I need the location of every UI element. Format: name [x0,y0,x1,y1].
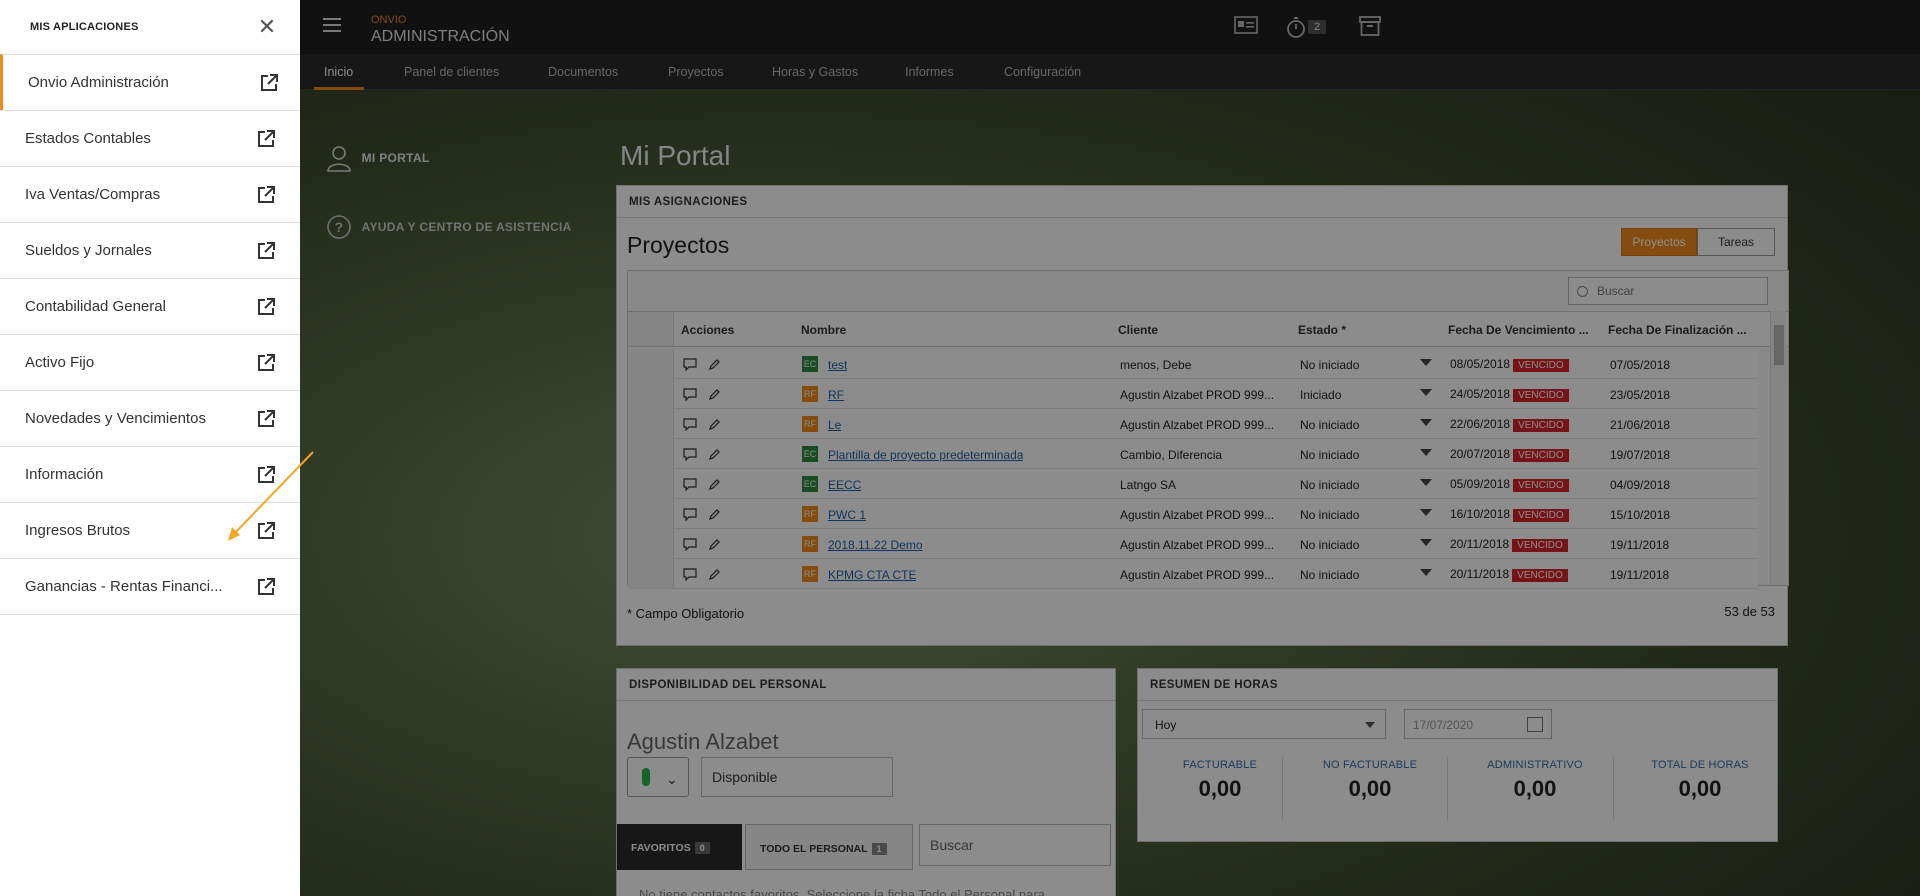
external-link-icon[interactable] [256,185,276,205]
close-icon[interactable]: ✕ [256,16,278,38]
sidebar-item-label: Contabilidad General [25,298,166,315]
sidebar-item[interactable]: Sueldos y Jornales [0,222,300,278]
sidebar-item-label: Iva Ventas/Compras [25,186,161,203]
external-link-icon[interactable] [256,465,276,485]
external-link-icon[interactable] [256,129,276,149]
sidebar-item[interactable]: Estados Contables [0,110,300,166]
sidebar-item-label: Estados Contables [25,130,151,147]
sidebar-item-label: Novedades y Vencimientos [25,410,206,427]
external-link-icon[interactable] [256,297,276,317]
external-link-icon[interactable] [259,73,279,93]
sidebar-item[interactable]: Información [0,446,300,502]
sidebar-item-label: Activo Fijo [25,354,95,371]
sidebar-item[interactable]: Iva Ventas/Compras [0,166,300,222]
external-link-icon[interactable] [256,353,276,373]
external-link-icon[interactable] [256,521,276,541]
sidebar-item-label: Información [25,466,104,483]
external-link-icon[interactable] [256,241,276,261]
apps-sidebar: MIS APLICACIONES ✕ Onvio Administración E… [0,0,300,896]
sidebar-item[interactable]: Novedades y Vencimientos [0,390,300,446]
sidebar-item[interactable]: Ganancias - Rentas Financi... [0,558,300,614]
sidebar-item-label: Onvio Administración [28,74,169,91]
sidebar-item-label: Ganancias - Rentas Financi... [25,578,223,595]
sidebar-item-label: Ingresos Brutos [25,522,131,539]
external-link-icon[interactable] [256,409,276,429]
modal-overlay[interactable] [300,0,1920,896]
sidebar-item[interactable]: Activo Fijo [0,334,300,390]
sidebar-item[interactable]: Onvio Administración [0,54,300,110]
sidebar-title: MIS APLICACIONES [30,21,139,33]
external-link-icon[interactable] [256,577,276,597]
sidebar-item[interactable]: Ingresos Brutos [0,502,300,558]
sidebar-divider [0,614,300,615]
sidebar-item-label: Sueldos y Jornales [25,242,152,259]
sidebar-item[interactable]: Contabilidad General [0,278,300,334]
